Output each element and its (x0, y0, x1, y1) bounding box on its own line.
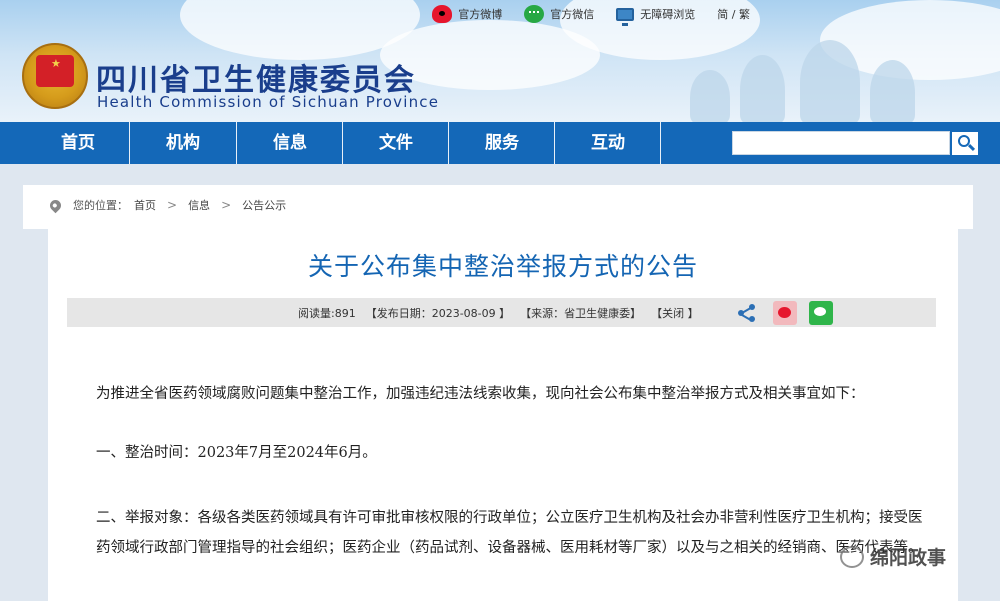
nav-divider (660, 122, 661, 164)
nav-item-home[interactable]: 首页 (25, 122, 131, 164)
simplified-traditional-toggle[interactable]: 简 / 繁 (717, 6, 750, 22)
watermark: 绵阳政事 (840, 543, 946, 570)
breadcrumb-information[interactable]: 信息 (188, 197, 210, 213)
breadcrumb-home[interactable]: 首页 (134, 197, 156, 213)
breadcrumb: 您的位置： 首页 > 信息 > 公告公示 (47, 197, 286, 213)
official-wechat-label: 官方微信 (550, 8, 595, 21)
site-subtitle: Health Commission of Sichuan Province (97, 93, 440, 111)
chevron-right-icon: > (167, 198, 178, 212)
family-silhouette (800, 40, 860, 122)
watermark-text: 绵阳政事 (870, 547, 947, 569)
article-meta: 阅读量:891 【发布日期：2023-08-09 】 【来源：省卫生健康委】 【… (298, 305, 699, 321)
chevron-right-icon: > (221, 198, 232, 212)
official-wechat-link[interactable]: 官方微信 (524, 5, 594, 23)
share-edge (741, 307, 752, 314)
family-silhouette (690, 70, 730, 122)
share-edge (741, 314, 752, 321)
share-weibo-icon[interactable] (773, 301, 797, 325)
official-weibo-label: 官方微博 (458, 8, 503, 21)
nav-item-information[interactable]: 信息 (237, 122, 343, 164)
article-paragraph: 一、整治时间：2023年7月至2024年6月。 (96, 445, 377, 461)
official-weibo-link[interactable]: 官方微博 (432, 5, 502, 23)
family-silhouette (740, 55, 785, 122)
publish-date: 【发布日期：2023-08-09 】 (365, 307, 511, 320)
breadcrumb-label: 您的位置： (73, 199, 128, 212)
site-header: 官方微博 官方微信 无障碍浏览 简 / 繁 ★ 四川省卫生健康委员会 Healt… (0, 0, 1000, 122)
weibo-icon (432, 5, 453, 23)
share-wechat-icon[interactable] (809, 301, 833, 325)
accessibility-link[interactable]: 无障碍浏览 (616, 6, 696, 26)
view-count: 阅读量:891 (298, 307, 356, 320)
article-paragraph: 二、举报对象：各级各类医药领域具有许可审批审核权限的行政单位；公立医疗卫生机构及… (96, 510, 923, 556)
nav-item-documents[interactable]: 文件 (343, 122, 449, 164)
search-input[interactable] (732, 131, 950, 155)
share-icon[interactable] (735, 301, 759, 325)
article-source: 【来源：省卫生健康委】 (520, 307, 642, 320)
wechat-watermark-icon (840, 545, 864, 568)
family-silhouette (870, 60, 915, 122)
nav-item-interaction[interactable]: 互动 (555, 122, 661, 164)
nav-item-services[interactable]: 服务 (449, 122, 555, 164)
national-emblem-logo: ★ (22, 43, 88, 109)
article-paragraph: 为推进全省医药领域腐败问题集中整治工作，加强违纪违法线索收集，现向社会公布集中整… (96, 386, 865, 402)
location-pin-icon (47, 197, 64, 213)
nav-item-organization[interactable]: 机构 (130, 122, 236, 164)
search-button[interactable] (950, 130, 980, 157)
wechat-icon (524, 5, 545, 23)
emblem-star-icon: ★ (51, 57, 61, 70)
language-toggle-label: 简 / 繁 (717, 8, 750, 21)
top-links: 官方微博 官方微信 无障碍浏览 简 / 繁 (432, 5, 750, 26)
accessibility-label: 无障碍浏览 (640, 8, 696, 21)
breadcrumb-announcements[interactable]: 公告公示 (242, 197, 286, 213)
article-title: 关于公布集中整治举报方式的公告 (307, 252, 698, 281)
monitor-icon (616, 7, 635, 26)
search-icon-handle (967, 143, 976, 152)
close-link[interactable]: 【关闭 】 (651, 305, 699, 321)
